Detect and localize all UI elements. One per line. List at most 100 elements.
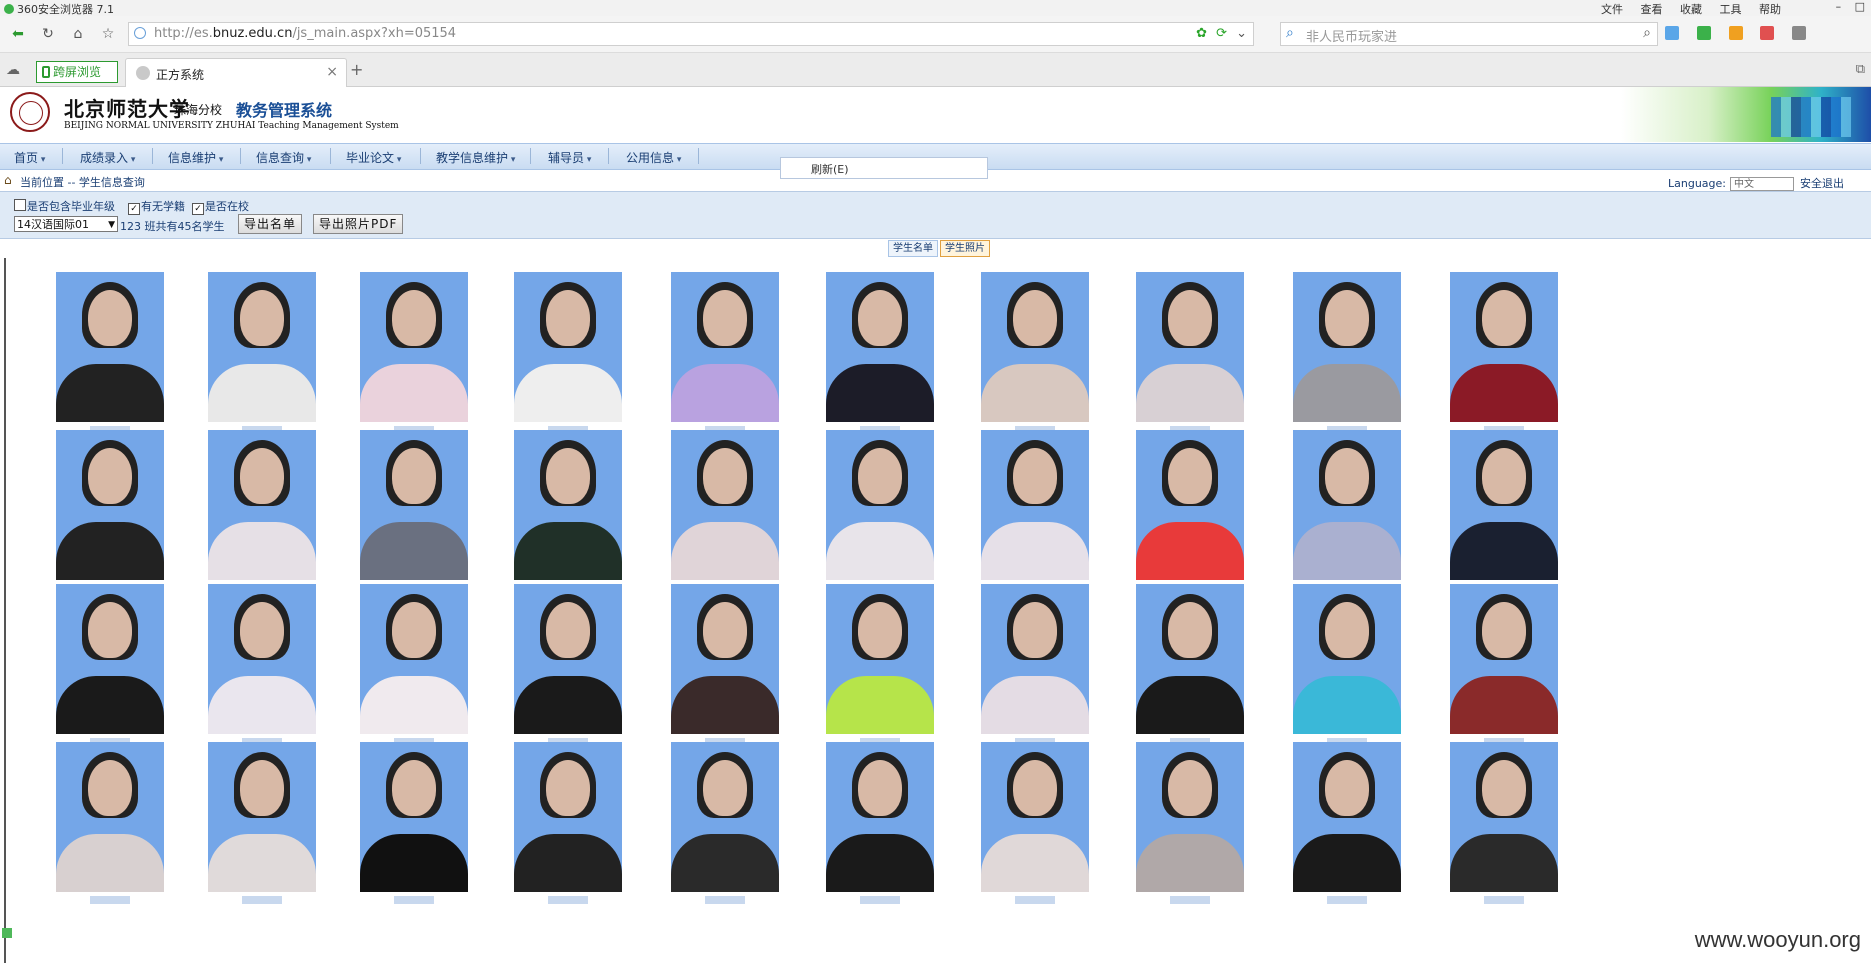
student-photo[interactable] xyxy=(826,742,934,892)
student-photo[interactable] xyxy=(514,584,622,734)
student-photo[interactable] xyxy=(981,742,1089,892)
search-engine-icon[interactable]: ⌕ xyxy=(1286,25,1294,41)
student-photo[interactable] xyxy=(1450,584,1558,734)
minimize-icon[interactable]: – xyxy=(1836,0,1842,13)
apps-icon[interactable] xyxy=(1665,26,1679,40)
search-box[interactable]: ⌕ 非人民币玩家进 ⌕ xyxy=(1280,22,1658,46)
student-photo[interactable] xyxy=(360,430,468,580)
language-select[interactable]: 中文 xyxy=(1730,177,1794,191)
student-photo[interactable] xyxy=(360,584,468,734)
student-photo[interactable] xyxy=(1450,742,1558,892)
tab-list-icon[interactable]: ⧉ xyxy=(1856,62,1865,77)
menu-tools[interactable]: 工具 xyxy=(1720,3,1742,16)
has-status-checkbox[interactable]: ✓ 有无学籍 xyxy=(128,198,185,215)
student-photo[interactable] xyxy=(1293,742,1401,892)
student-photo[interactable] xyxy=(671,742,779,892)
export-photo-pdf-button[interactable]: 导出照片PDF xyxy=(313,214,404,234)
menu-thesis[interactable]: 毕业论文 xyxy=(346,149,401,166)
student-photo[interactable] xyxy=(1136,430,1244,580)
student-photo[interactable] xyxy=(671,430,779,580)
menu-file[interactable]: 文件 xyxy=(1601,3,1623,16)
student-photo[interactable] xyxy=(1136,272,1244,422)
shield-icon[interactable] xyxy=(1696,26,1711,40)
include-graduate-checkbox[interactable]: 是否包含毕业年级 xyxy=(14,198,115,214)
student-photo[interactable] xyxy=(1136,584,1244,734)
checkbox-unchecked-icon[interactable] xyxy=(14,199,26,211)
menu-grade-entry[interactable]: 成绩录入 xyxy=(80,149,135,166)
student-photo[interactable] xyxy=(360,272,468,422)
student-photo[interactable] xyxy=(56,742,164,892)
student-photo[interactable] xyxy=(208,584,316,734)
star-icon[interactable]: ☆ xyxy=(98,24,118,44)
pdf-icon[interactable] xyxy=(1760,26,1775,40)
speed-mode-icon[interactable]: ⟳ xyxy=(1216,26,1227,41)
student-photo[interactable] xyxy=(1450,430,1558,580)
menu-info-query[interactable]: 信息查询 xyxy=(256,149,311,166)
chevron-down-icon[interactable]: ⌄ xyxy=(1236,26,1247,41)
new-tab-plus-icon[interactable]: + xyxy=(350,60,363,79)
photo-face xyxy=(1325,290,1369,346)
student-photo[interactable] xyxy=(514,430,622,580)
home-icon[interactable]: ⌂ xyxy=(68,24,88,44)
student-photo[interactable] xyxy=(671,272,779,422)
menu-counselor[interactable]: 辅导员 xyxy=(548,149,591,166)
photo-body xyxy=(1450,676,1558,734)
checkbox-checked-icon[interactable]: ✓ xyxy=(128,203,140,215)
menu-favorites[interactable]: 收藏 xyxy=(1680,3,1702,16)
student-photo[interactable] xyxy=(514,742,622,892)
student-photo[interactable] xyxy=(671,584,779,734)
student-photo[interactable] xyxy=(56,272,164,422)
extension-icon[interactable] xyxy=(1728,26,1743,40)
student-photo[interactable] xyxy=(1293,584,1401,734)
address-bar[interactable]: http://es.bnuz.edu.cn/js_main.aspx?xh=05… xyxy=(128,22,1254,46)
tab-cross-screen[interactable]: 跨屏浏览 xyxy=(36,61,118,83)
maximize-icon[interactable]: □ xyxy=(1855,0,1865,13)
gear-icon[interactable]: ✿ xyxy=(1196,26,1207,41)
student-photo[interactable] xyxy=(514,272,622,422)
student-photo[interactable] xyxy=(826,272,934,422)
back-arrow-icon[interactable]: ⬅ xyxy=(8,24,28,44)
student-photo[interactable] xyxy=(56,430,164,580)
tab-student-list[interactable]: 学生名单 xyxy=(888,240,938,257)
photo-body xyxy=(671,676,779,734)
student-photo[interactable] xyxy=(981,430,1089,580)
student-photo[interactable] xyxy=(208,430,316,580)
checkbox-checked-icon[interactable]: ✓ xyxy=(192,203,204,215)
screenshot-icon[interactable] xyxy=(1792,26,1807,40)
student-photo[interactable] xyxy=(981,272,1089,422)
student-photo[interactable] xyxy=(1136,742,1244,892)
menu-public-info[interactable]: 公用信息 xyxy=(626,149,681,166)
in-school-checkbox[interactable]: ✓ 是否在校 xyxy=(192,198,249,215)
student-photo[interactable] xyxy=(981,584,1089,734)
menu-home[interactable]: 首页 xyxy=(14,149,45,166)
student-photo[interactable] xyxy=(56,584,164,734)
student-photo[interactable] xyxy=(208,272,316,422)
student-photo[interactable] xyxy=(826,584,934,734)
cloud-icon[interactable]: ☁ xyxy=(6,62,20,78)
menu-teaching-info[interactable]: 教学信息维护 xyxy=(436,149,515,166)
menu-view[interactable]: 查看 xyxy=(1641,3,1663,16)
photo-face xyxy=(546,602,590,658)
close-icon[interactable]: × xyxy=(326,64,338,80)
export-list-button[interactable]: 导出名单 xyxy=(238,214,303,234)
student-photo[interactable] xyxy=(1293,272,1401,422)
student-photo[interactable] xyxy=(1293,430,1401,580)
address-url[interactable]: http://es.bnuz.edu.cn/js_main.aspx?xh=05… xyxy=(154,26,456,41)
student-photo[interactable] xyxy=(208,742,316,892)
student-photo[interactable] xyxy=(360,742,468,892)
student-photo[interactable] xyxy=(1450,272,1558,422)
menu-help[interactable]: 帮助 xyxy=(1759,3,1781,16)
tab-zhengfang[interactable]: 正方系统 × xyxy=(125,58,347,88)
refresh-icon[interactable]: ↻ xyxy=(38,24,58,44)
photo-body xyxy=(826,522,934,580)
menu-info-maintain[interactable]: 信息维护 xyxy=(168,149,223,166)
photo-face xyxy=(1013,760,1057,816)
search-icon[interactable]: ⌕ xyxy=(1643,25,1651,41)
tab-student-photos[interactable]: 学生照片 xyxy=(940,240,990,257)
search-input[interactable]: 非人民币玩家进 xyxy=(1306,26,1397,45)
student-photo[interactable] xyxy=(826,430,934,580)
logout-link[interactable]: 安全退出 xyxy=(1800,177,1844,190)
photo-body xyxy=(981,834,1089,892)
photo-body xyxy=(981,364,1089,422)
class-select[interactable]: 14汉语国际01 xyxy=(14,216,118,233)
